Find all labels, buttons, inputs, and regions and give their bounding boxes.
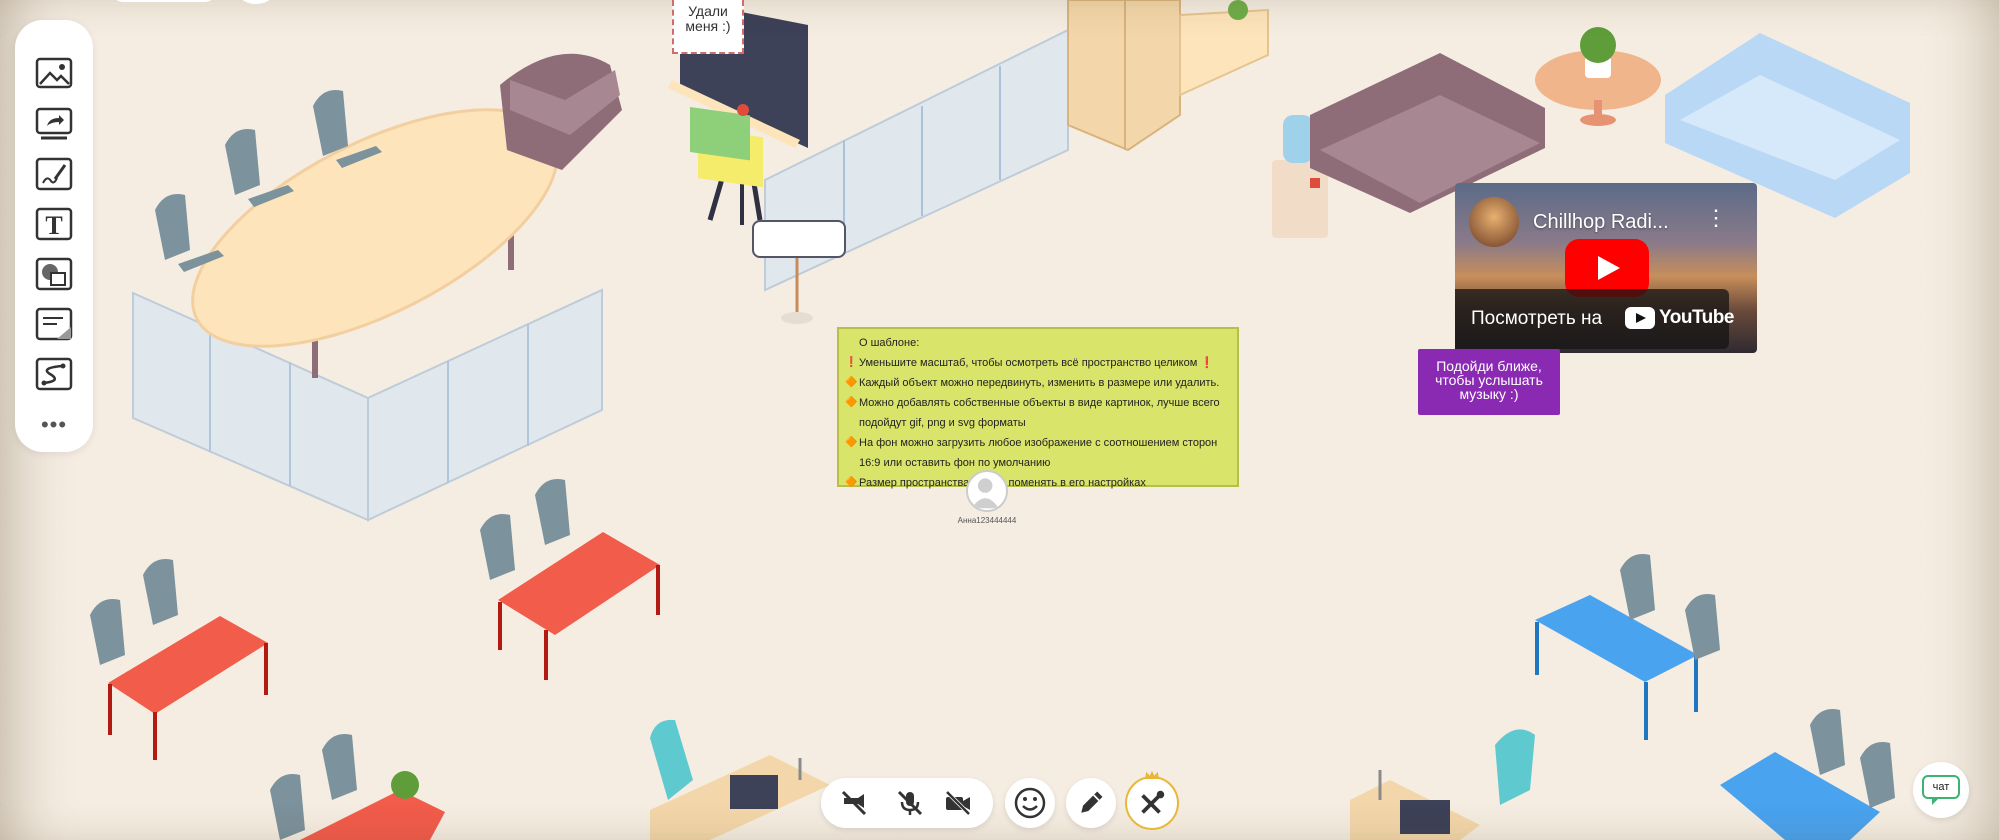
screen-share-tool[interactable] [34, 104, 74, 144]
music-hint-line: Подойди ближе, [1436, 358, 1542, 374]
admin-tools-button[interactable] [1127, 771, 1177, 828]
note-line: 🔶 Можно добавлять собственные объекты в в… [845, 397, 1220, 409]
note-line: 16:9 или оставить фон по умолчанию [859, 457, 1051, 469]
sticky-note[interactable]: Удали меня :) [672, 0, 744, 54]
note-line: 🔶Размер пространства можно поменять в ег… [845, 477, 1146, 489]
shapes-tool[interactable] [34, 254, 74, 294]
text-tool[interactable]: T [34, 204, 74, 244]
youtube-embed[interactable]: Chillhop Radi... ⋮ Посмотреть на YouTube [1455, 183, 1757, 353]
more-tools-button[interactable]: ••• [15, 412, 93, 438]
pencil-icon [1081, 791, 1103, 813]
avatar-name: Анна123444444 [957, 516, 1017, 525]
armchair [500, 53, 622, 170]
connector-tool[interactable] [34, 354, 74, 394]
workstation-right [1350, 729, 1535, 840]
workstation-left [650, 719, 830, 840]
chat-bubble-icon: чат [1922, 775, 1960, 805]
emoji-button[interactable] [1005, 778, 1055, 828]
screen-share-off-icon [841, 790, 867, 816]
blue-desk-1 [1535, 554, 1720, 740]
red-desk-2 [90, 559, 268, 760]
media-controls [821, 778, 993, 828]
crown-icon [1144, 771, 1160, 779]
draw-icon [35, 157, 73, 191]
svg-text:T: T [45, 211, 62, 240]
chat-label: чат [1932, 781, 1950, 793]
blue-desk-2 [1720, 709, 1895, 840]
note-line: 🔶 На фон можно загрузить любое изображени… [845, 437, 1218, 449]
left-toolbar: T ••• [15, 20, 93, 452]
blank-sign[interactable] [752, 220, 846, 258]
camera-toggle[interactable] [939, 784, 977, 822]
tools-icon [1141, 790, 1165, 814]
wardrobe [1067, 0, 1269, 152]
template-info-note[interactable]: О шаблоне: ❗ Уменьшите масштаб, чтобы осм… [837, 327, 1239, 489]
text-icon: T [35, 207, 73, 241]
sticky-note-tool[interactable] [34, 304, 74, 344]
note-line: 🔶 Каждый объект можно передвинуть, измени… [845, 377, 1220, 389]
add-image-tool[interactable] [34, 54, 74, 94]
pencil-button[interactable] [1066, 778, 1116, 828]
chat-button[interactable]: чат [1913, 762, 1969, 818]
watch-on-label: Посмотреть на [1471, 308, 1603, 329]
microphone-toggle[interactable] [891, 784, 929, 822]
music-hint-line: музыку :) [1459, 386, 1519, 402]
screen-share-toggle[interactable] [835, 784, 873, 822]
note-line: подойдут gif, png и svg форматы [859, 417, 1026, 429]
watch-on-youtube-bar[interactable]: Посмотреть на YouTube [1455, 289, 1734, 349]
connector-icon [35, 357, 73, 391]
video-title[interactable]: Chillhop Radi... [1533, 211, 1669, 234]
music-hint-line: чтобы услышать [1435, 372, 1543, 388]
note-line: ❗ Уменьшите масштаб, чтобы осмотреть всё … [845, 357, 1215, 369]
sticky-note-icon [35, 307, 73, 341]
youtube-logo: YouTube [1625, 307, 1734, 329]
user-avatar[interactable] [966, 470, 1008, 512]
screen-share-icon [35, 107, 73, 140]
note-line: О шаблоне: [859, 337, 920, 349]
camera-off-icon [945, 790, 971, 816]
music-hint-note[interactable]: Подойди ближе, чтобы услышать музыку :) [1418, 349, 1560, 415]
draw-tool[interactable] [34, 154, 74, 194]
channel-avatar[interactable] [1469, 197, 1519, 247]
shapes-icon [35, 257, 73, 291]
sticky-line-2: меня :) [685, 18, 731, 34]
smile-icon [1014, 787, 1046, 819]
glass-partition-center [764, 28, 1069, 324]
round-table-plant [1535, 27, 1661, 126]
red-desk-1 [480, 479, 660, 680]
top-panel-stub [112, 0, 216, 2]
mic-off-icon [897, 790, 923, 816]
more-vertical-icon[interactable]: ⋮ [1705, 207, 1727, 229]
youtube-play-icon [1625, 307, 1655, 329]
red-desk-3 [270, 734, 445, 840]
image-icon [35, 57, 73, 89]
user-icon [971, 478, 999, 509]
sticky-line-1: Удали [688, 3, 728, 19]
